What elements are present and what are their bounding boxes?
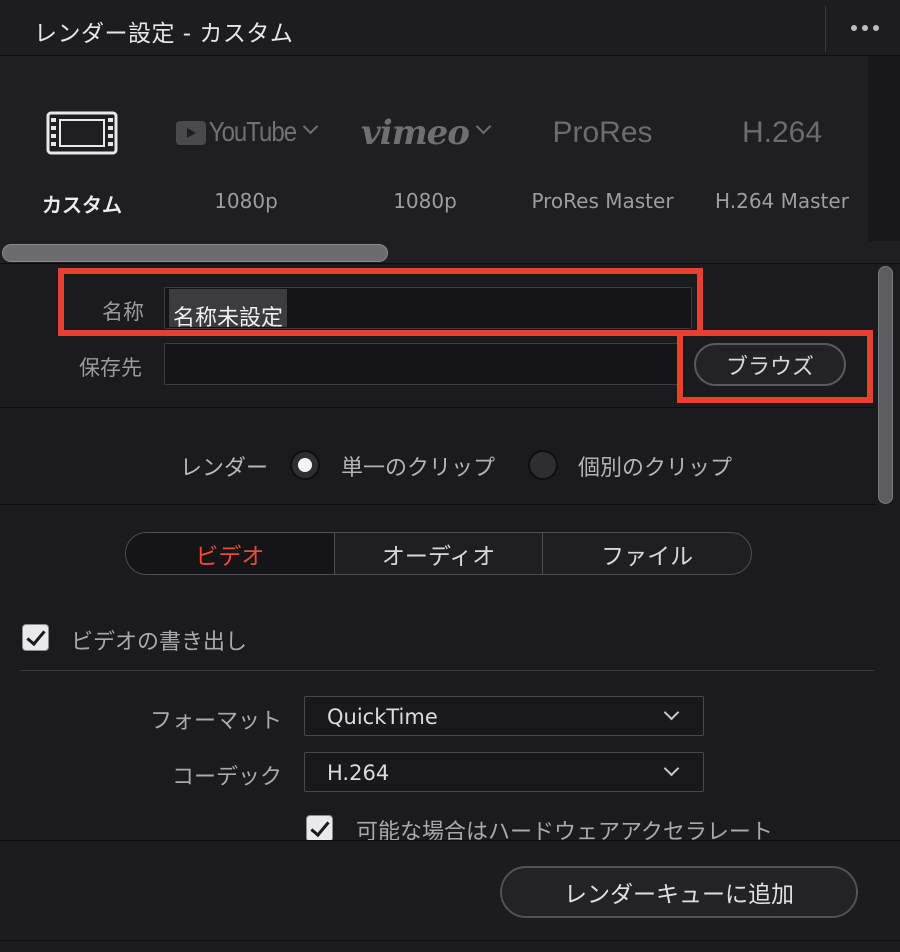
- preset-h264[interactable]: H.264 H.264 Master: [712, 56, 852, 231]
- render-label: レンダー: [180, 456, 269, 481]
- codec-select[interactable]: H.264: [304, 752, 704, 792]
- title-bar: レンダー設定 - カスタム: [0, 0, 900, 56]
- preset-label: 1080p: [393, 189, 457, 213]
- format-label: フォーマット: [149, 709, 282, 734]
- film-strip-icon: [30, 108, 134, 158]
- settings-tabs: ビデオ オーディオ ファイル: [125, 532, 752, 575]
- tab-video[interactable]: ビデオ: [126, 533, 334, 574]
- youtube-logo: YouTube: [176, 108, 319, 158]
- footer-divider: [0, 940, 900, 941]
- divider: [20, 670, 874, 671]
- vimeo-logo: vimeo: [355, 108, 495, 158]
- chevron-down-icon: [663, 704, 680, 721]
- preset-strip: カスタム YouTube 1080p vimeo 1080p ProRes Pr…: [0, 56, 900, 264]
- location-input[interactable]: [164, 343, 679, 385]
- divider: [0, 504, 876, 505]
- vertical-scrollbar[interactable]: [878, 266, 893, 504]
- prores-logo: ProRes: [552, 116, 653, 149]
- highlight-box-browse: [677, 330, 873, 403]
- format-value: QuickTime: [327, 705, 438, 729]
- preset-custom[interactable]: カスタム: [30, 56, 134, 231]
- window-title: レンダー設定 - カスタム: [34, 21, 294, 47]
- preset-youtube[interactable]: YouTube 1080p: [176, 56, 319, 231]
- highlight-box-name: [58, 268, 703, 336]
- preset-strip-edge: [868, 56, 900, 241]
- radio-individual-clips[interactable]: [528, 450, 558, 480]
- tab-audio[interactable]: オーディオ: [333, 533, 543, 574]
- preset-vimeo[interactable]: vimeo 1080p: [355, 56, 495, 231]
- chevron-down-icon[interactable]: [475, 118, 492, 134]
- more-options-icon[interactable]: [835, 6, 895, 50]
- tab-file[interactable]: ファイル: [542, 533, 751, 574]
- export-video-label: ビデオの書き出し: [71, 630, 248, 655]
- codec-label: コーデック: [171, 765, 282, 790]
- radio-single-clip[interactable]: [290, 450, 320, 480]
- export-video-checkbox[interactable]: [22, 624, 49, 651]
- preset-label: H.264 Master: [715, 189, 849, 213]
- play-icon: [176, 121, 206, 145]
- preset-prores[interactable]: ProRes ProRes Master: [530, 56, 675, 231]
- preset-label: 1080p: [214, 189, 278, 213]
- hw-accel-checkbox[interactable]: [306, 815, 333, 842]
- title-divider: [825, 6, 826, 52]
- location-label: 保存先: [79, 356, 142, 380]
- codec-value: H.264: [327, 761, 390, 785]
- format-select[interactable]: QuickTime: [304, 696, 704, 736]
- add-to-render-queue-button[interactable]: レンダーキューに追加: [500, 866, 858, 918]
- single-clip-label[interactable]: 単一のクリップ: [341, 450, 495, 482]
- chevron-down-icon: [663, 760, 680, 777]
- individual-clips-label[interactable]: 個別のクリップ: [578, 450, 732, 482]
- preset-label: カスタム: [42, 193, 122, 217]
- preset-label: ProRes Master: [531, 189, 674, 213]
- divider: [0, 407, 876, 408]
- h264-logo: H.264: [741, 116, 823, 149]
- preset-horizontal-scrollbar[interactable]: [2, 244, 388, 262]
- chevron-down-icon[interactable]: [302, 118, 319, 134]
